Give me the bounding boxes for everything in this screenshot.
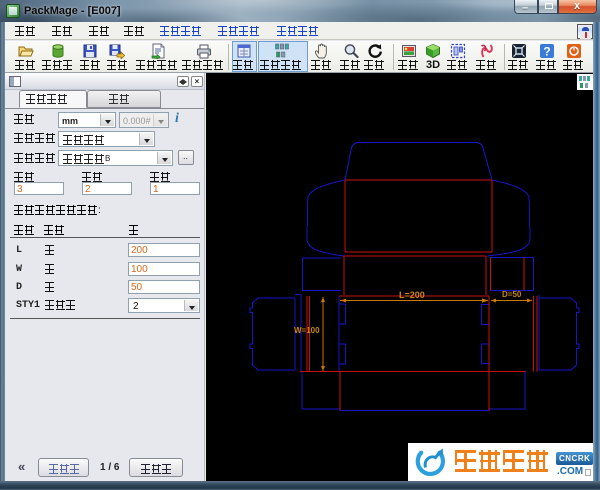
svg-text:L=200: L=200 bbox=[399, 290, 425, 300]
svg-text:W=100: W=100 bbox=[294, 326, 320, 335]
svg-text:D=50: D=50 bbox=[502, 290, 522, 299]
svg-text:?: ? bbox=[543, 45, 550, 59]
